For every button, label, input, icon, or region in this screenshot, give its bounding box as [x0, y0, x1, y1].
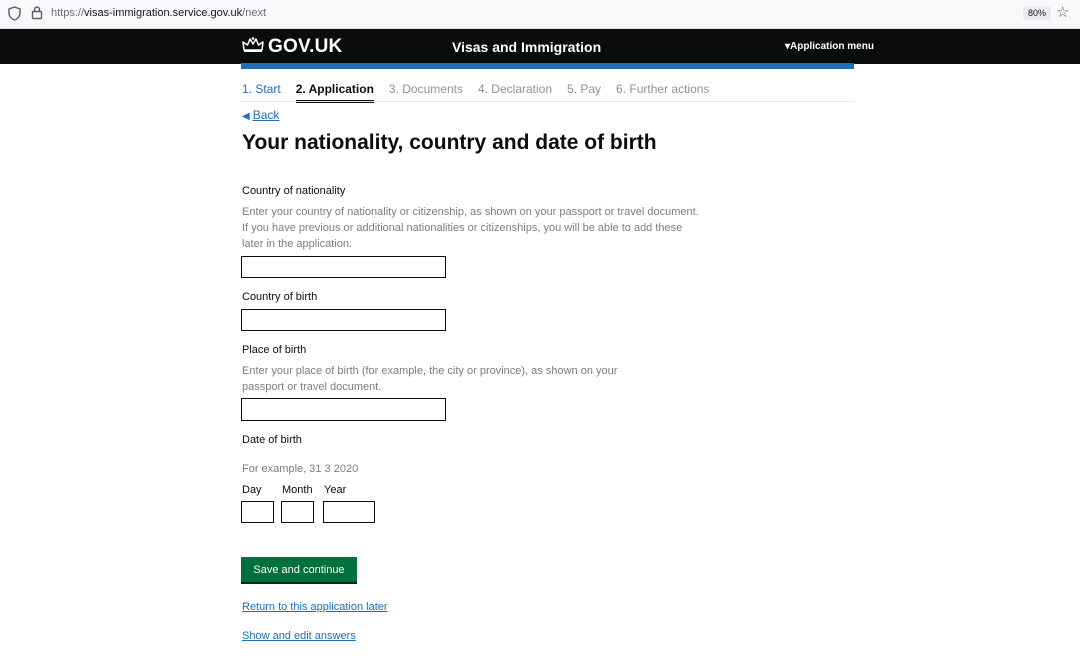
save-and-continue-button[interactable]: Save and continue: [241, 557, 357, 582]
steps-divider: [241, 101, 854, 102]
application-menu-toggle[interactable]: ▾Application menu: [785, 41, 874, 52]
place-of-birth-input[interactable]: [241, 398, 446, 421]
year-input[interactable]: [323, 501, 375, 523]
date-of-birth-hint: For example, 31 3 2020: [242, 463, 359, 475]
logo-text: GOV.UK: [268, 36, 343, 57]
browser-toolbar: https://visas-immigration.service.gov.uk…: [0, 0, 1080, 29]
crown-icon: [242, 36, 264, 58]
header-blue-rule: [241, 63, 854, 69]
step-navigation: 1. Start 2. Application 3. Documents 4. …: [242, 82, 724, 103]
step-application[interactable]: 2. Application: [295, 82, 374, 103]
country-of-birth-input[interactable]: [241, 309, 446, 331]
year-label: Year: [324, 484, 347, 496]
back-link-label: Back: [252, 108, 280, 122]
lock-icon[interactable]: [31, 5, 43, 25]
show-edit-answers-link[interactable]: Show and edit answers: [242, 630, 356, 642]
month-label: Month: [282, 484, 313, 496]
step-start[interactable]: 1. Start: [242, 82, 281, 103]
step-documents: 3. Documents: [388, 82, 463, 96]
day-input[interactable]: [241, 501, 274, 523]
page-title: Your nationality, country and date of bi…: [242, 131, 657, 154]
address-bar[interactable]: https://visas-immigration.service.gov.uk…: [51, 7, 266, 19]
service-name[interactable]: Visas and Immigration: [452, 39, 601, 55]
application-menu-label: Application menu: [790, 41, 874, 52]
govuk-header: GOV.UK Visas and Immigration ▾Applicatio…: [0, 29, 1080, 64]
nationality-label: Country of nationality: [242, 185, 346, 197]
step-further-actions: 6. Further actions: [616, 82, 710, 96]
place-of-birth-hint: Enter your place of birth (for example, …: [242, 365, 618, 393]
url-domain: visas-immigration.service.gov.uk: [84, 7, 243, 19]
nationality-input[interactable]: [241, 256, 446, 278]
return-later-link[interactable]: Return to this application later: [242, 601, 388, 613]
back-link[interactable]: ◀ Back: [242, 108, 279, 122]
url-scheme: https://: [51, 7, 85, 19]
govuk-logo[interactable]: GOV.UK: [242, 36, 342, 58]
place-of-birth-label: Place of birth: [242, 344, 307, 356]
back-arrow-icon: ◀: [242, 111, 250, 122]
shield-icon[interactable]: [8, 6, 21, 26]
nationality-hint: Enter your country of nationality or cit…: [242, 206, 699, 250]
country-of-birth-label: Country of birth: [242, 291, 318, 303]
url-path: /next: [242, 7, 267, 19]
day-label: Day: [242, 484, 262, 496]
step-declaration: 4. Declaration: [477, 82, 553, 96]
step-pay: 5. Pay: [567, 82, 602, 96]
month-input[interactable]: [281, 501, 314, 523]
zoom-level[interactable]: 80%: [1023, 6, 1052, 20]
date-of-birth-label: Date of birth: [242, 434, 302, 446]
bookmark-star-icon[interactable]: ☆: [1056, 5, 1069, 20]
